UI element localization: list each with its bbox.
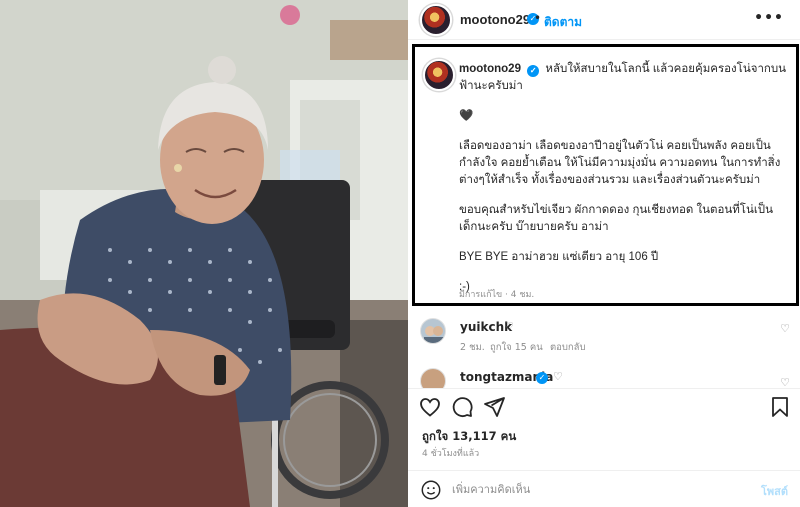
post-photo[interactable]	[0, 0, 408, 507]
caption-meta: มีการแก้ไข · 4 ชม.	[459, 290, 535, 300]
more-options-icon[interactable]: •••	[754, 10, 784, 26]
comment-reply-button[interactable]: ตอบกลับ	[550, 340, 586, 355]
avatar-image	[421, 319, 445, 343]
follow-button[interactable]: ติดตาม	[544, 13, 582, 32]
caption-line-5: BYE BYE อาม่าฮวย แซ่เตียว อายุ 106 ปี	[459, 251, 659, 263]
heart-icon[interactable]	[418, 395, 442, 419]
comment-icon[interactable]	[450, 395, 474, 419]
comment-item: tongtazmania ✓ ♡ ♡	[408, 364, 800, 388]
verified-badge-icon: ✓	[536, 372, 548, 384]
like-count[interactable]: ถูกใจ 13,117 คน	[422, 428, 516, 446]
post-time: 4 ชั่วโมงที่แล้ว	[422, 449, 480, 459]
post-comment-button[interactable]: โพสต์	[761, 482, 788, 500]
post-actions-bar	[408, 388, 800, 424]
comment-like-heart-icon[interactable]: ♡	[780, 322, 790, 335]
verified-badge-icon: ✓	[527, 65, 540, 77]
emoji-icon[interactable]	[420, 479, 442, 501]
comment-avatar[interactable]	[420, 318, 446, 344]
post-side-panel: mootono29 ✓ • ติดตาม ••• mootono29 ✓ หลั…	[408, 0, 800, 507]
caption-line-heart: 🖤	[459, 110, 474, 122]
comment-likes[interactable]: ถูกใจ 15 คน	[490, 340, 543, 355]
bookmark-icon[interactable]	[768, 395, 792, 419]
caption-avatar[interactable]	[423, 59, 455, 91]
caption-text: mootono29 ✓ หลับให้สบายในโลกนี้ แล้วคอยค…	[459, 61, 791, 296]
photo-illustration	[0, 0, 408, 507]
add-comment-bar: โพสต์	[408, 470, 800, 507]
comment-item: yuikchk ♡ 2 ชม. ถูกใจ 15 คน ตอบกลับ ♡	[408, 314, 800, 364]
separator-dot: •	[534, 11, 542, 25]
post-header: mootono29 ✓ • ติดตาม •••	[408, 0, 800, 40]
comment-avatar[interactable]	[420, 368, 446, 388]
comment-like-heart-icon[interactable]: ♡	[780, 376, 790, 388]
caption-username[interactable]: mootono29	[459, 63, 521, 75]
share-icon[interactable]	[482, 395, 506, 419]
author-avatar[interactable]	[420, 4, 452, 36]
comment-emoji-heart-icon: ♡	[553, 370, 563, 383]
caption-highlight-box: mootono29 ✓ หลับให้สบายในโลกนี้ แล้วคอยค…	[412, 44, 799, 306]
author-username[interactable]: mootono29	[460, 12, 530, 27]
comment-time: 2 ชม.	[460, 342, 485, 353]
comment-emoji-heart-icon: ♡	[504, 320, 514, 333]
caption-line-3: เลือดของอาม่า เลือดของอาปีาอยู่ในตัวโน่ …	[459, 140, 781, 186]
add-comment-input[interactable]	[452, 480, 732, 498]
caption-line-4: ขอบคุณสำหรับไข่เจียว ผักกาดดอง กุนเชียงท…	[459, 204, 773, 233]
